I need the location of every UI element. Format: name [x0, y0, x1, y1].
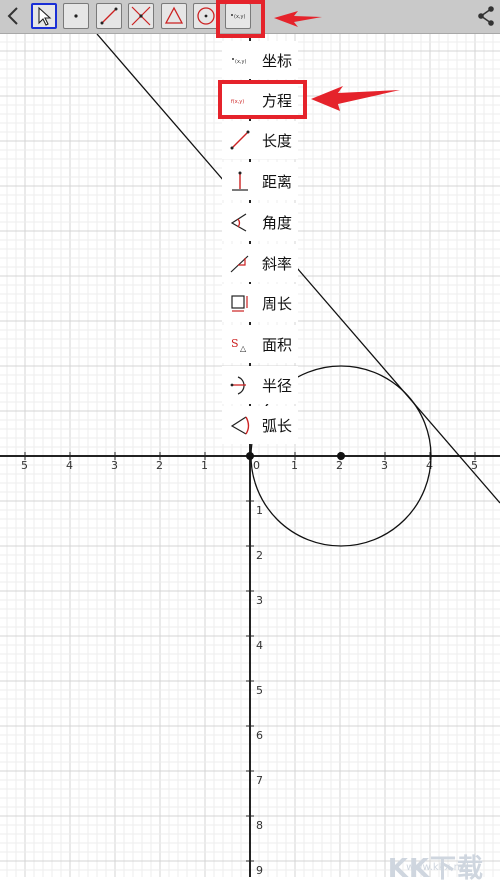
area-icon: S △: [231, 337, 247, 353]
x-tick-label: 2: [336, 459, 343, 472]
y-tick-label: 3: [256, 594, 263, 607]
x-tick-label: 1: [201, 459, 208, 472]
y-tick-label: 8: [256, 819, 263, 832]
length-icon: [230, 130, 250, 150]
center-point[interactable]: [337, 452, 345, 460]
menu-item-slope[interactable]: 斜率: [222, 244, 298, 282]
x-tick-label: 3: [381, 459, 388, 472]
menu-item-label: 半径: [262, 377, 293, 395]
menu-item-label: 面积: [262, 336, 293, 354]
menu-item-label: 斜率: [262, 255, 293, 273]
menu-item-perimeter[interactable]: 周长: [222, 284, 298, 322]
menu-item-label: 距离: [262, 173, 293, 191]
arrow-left-equation: [311, 86, 400, 111]
y-tick-label: 1: [256, 504, 263, 517]
menu-item-arc-length[interactable]: 弧长: [222, 406, 298, 444]
slope-icon: [230, 255, 249, 273]
y-axis-labels: 1 2 3 4 5 6 7 8 9: [246, 500, 263, 877]
svg-text:△: △: [240, 344, 247, 353]
menu-item-label: 周长: [262, 295, 293, 313]
arc-length-icon: [230, 416, 250, 435]
svg-text:S: S: [231, 337, 239, 350]
y-tick-label: 5: [256, 684, 263, 697]
x-tick-label: 0: [253, 459, 260, 472]
radius-icon: [230, 376, 246, 395]
x-tick-label: 1: [291, 459, 298, 472]
x-tick-label: 5: [21, 459, 28, 472]
y-tick-label: 6: [256, 729, 263, 742]
watermark-url: www.kkx.net: [406, 862, 470, 873]
x-tick-label: 3: [111, 459, 118, 472]
menu-item-radius[interactable]: 半径: [222, 366, 298, 404]
origin-point[interactable]: [246, 452, 254, 460]
x-tick-label: 2: [156, 459, 163, 472]
angle-icon: [230, 213, 247, 232]
distance-icon: [232, 171, 248, 191]
y-tick-label: 9: [256, 864, 263, 877]
menu-item-distance[interactable]: 距离: [222, 162, 298, 200]
perimeter-icon: [231, 295, 248, 312]
y-tick-label: 7: [256, 774, 263, 787]
x-tick-label: 4: [66, 459, 73, 472]
menu-item-label: 长度: [262, 132, 293, 150]
annotation-arrows: [274, 11, 400, 111]
menu-item-angle[interactable]: 角度: [222, 203, 298, 241]
geometry-canvas[interactable]: 5 4 3 2 1 0 1 2 3 4 5 1 2 3 4 5 6 7 8 9: [0, 34, 500, 877]
menu-item-label: 弧长: [262, 417, 293, 435]
arrow-left-top: [274, 11, 322, 27]
y-tick-label: 4: [256, 639, 263, 652]
menu-item-label: 角度: [262, 214, 293, 232]
menu-item-area[interactable]: S △ 面积: [222, 325, 298, 363]
y-tick-label: 2: [256, 549, 263, 562]
